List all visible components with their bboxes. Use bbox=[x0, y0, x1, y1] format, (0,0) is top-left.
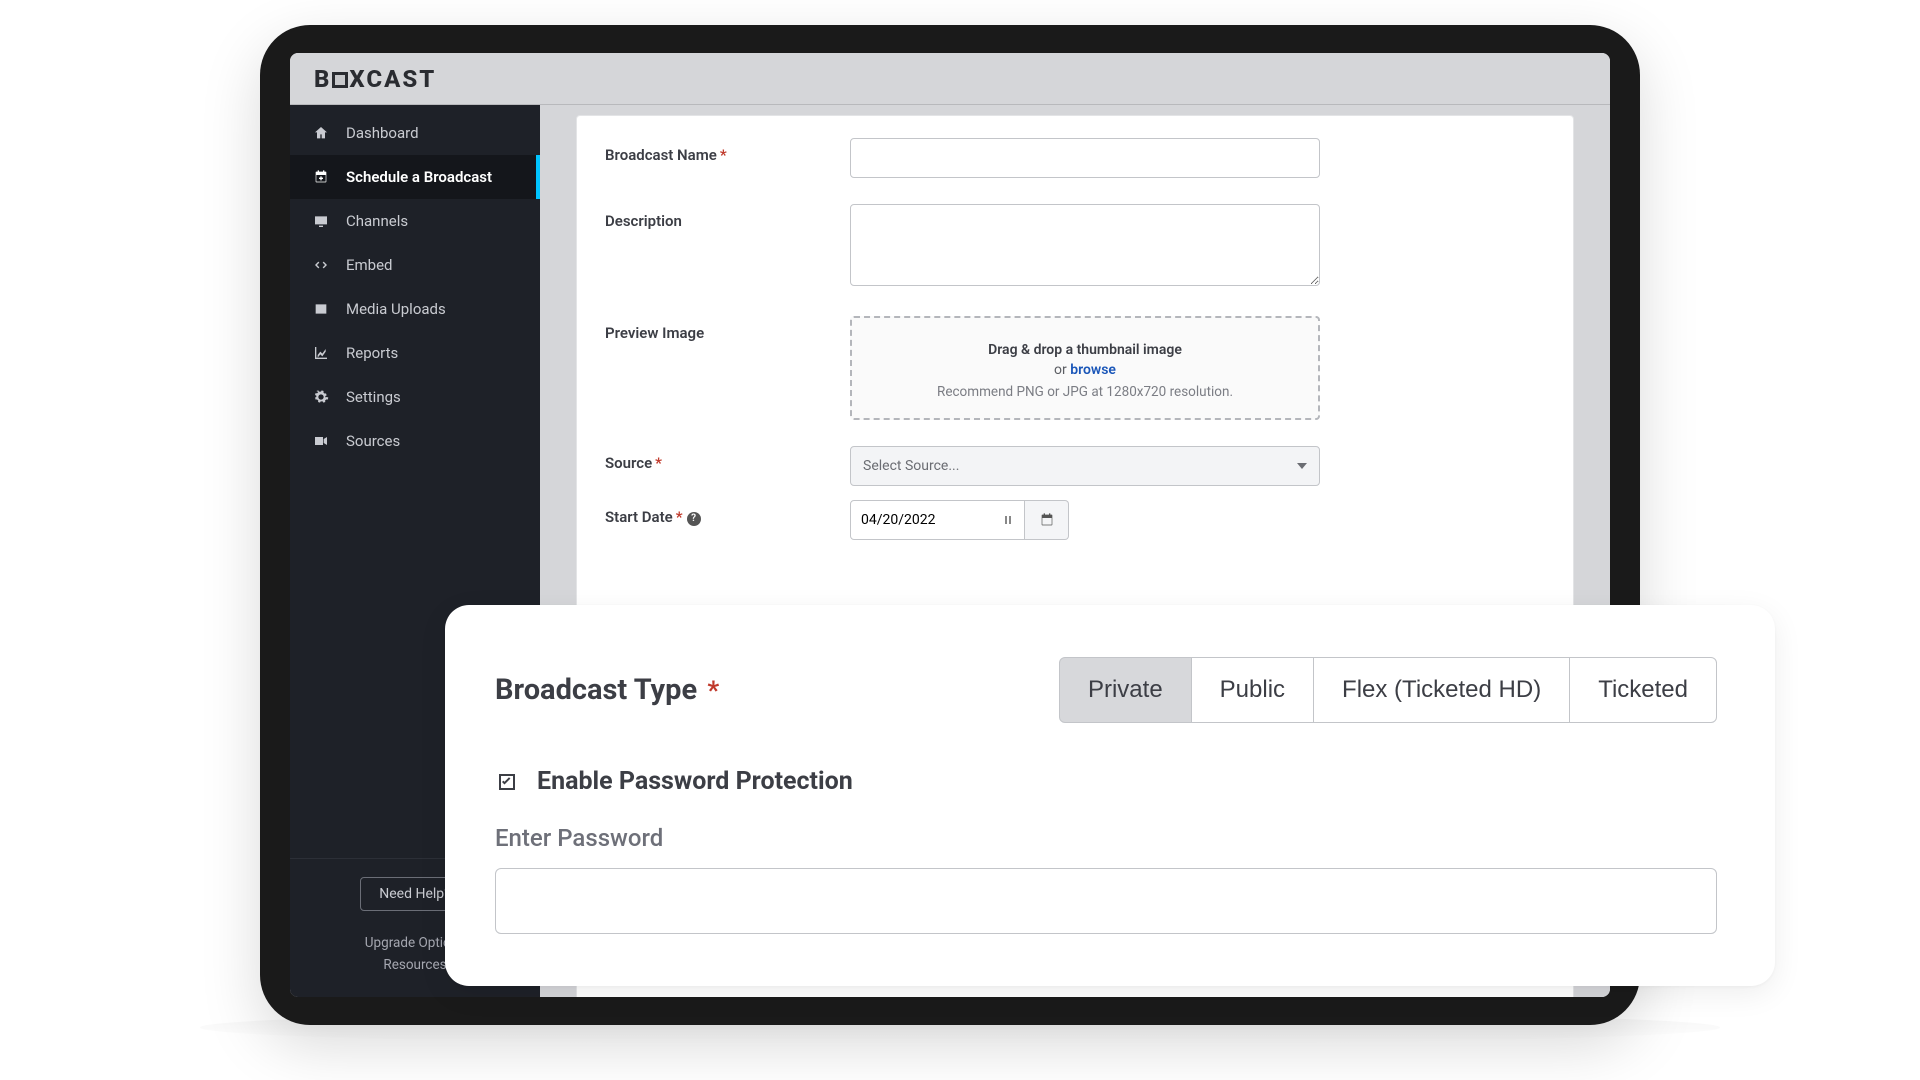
thumbnail-dropzone[interactable]: Drag & drop a thumbnail image or browse … bbox=[850, 316, 1320, 420]
sidebar-item-label: Reports bbox=[346, 344, 398, 362]
form-row-preview-image: Preview Image Drag & drop a thumbnail im… bbox=[605, 316, 1545, 420]
source-select[interactable]: Select Source... bbox=[850, 446, 1320, 486]
enable-password-label: Enable Password Protection bbox=[537, 767, 853, 796]
sidebar-item-media-uploads[interactable]: Media Uploads bbox=[290, 287, 540, 331]
sidebar-item-label: Sources bbox=[346, 432, 400, 450]
boxcast-logo: B XCAST bbox=[314, 65, 436, 93]
form-row-broadcast-name: Broadcast Name* bbox=[605, 138, 1545, 178]
sidebar-item-schedule[interactable]: Schedule a Broadcast bbox=[290, 155, 540, 199]
monitor-icon bbox=[312, 212, 330, 230]
broadcast-type-ticketed-button[interactable]: Ticketed bbox=[1569, 657, 1717, 723]
broadcast-type-public-button[interactable]: Public bbox=[1191, 657, 1314, 723]
form-row-start-date: Start Date*? 04/20/2022 bbox=[605, 500, 1545, 540]
chevron-down-icon bbox=[1297, 463, 1307, 469]
source-placeholder: Select Source... bbox=[863, 458, 959, 474]
sidebar-item-label: Embed bbox=[346, 256, 393, 274]
code-icon bbox=[312, 256, 330, 274]
dropzone-or-text: or bbox=[1054, 362, 1070, 378]
checkbox-checked-icon[interactable] bbox=[495, 770, 519, 794]
calendar-icon bbox=[1039, 512, 1055, 528]
calendar-plus-icon bbox=[312, 168, 330, 186]
home-icon bbox=[312, 124, 330, 142]
start-date-input[interactable]: 04/20/2022 bbox=[850, 500, 1025, 540]
label-text: Source bbox=[605, 454, 652, 472]
enter-password-label: Enter Password bbox=[495, 824, 1717, 852]
app-header: B XCAST bbox=[290, 53, 1610, 105]
broadcast-type-overlay-card: Broadcast Type * Private Public Flex (Ti… bbox=[445, 605, 1775, 986]
sidebar-item-settings[interactable]: Settings bbox=[290, 375, 540, 419]
gear-icon bbox=[312, 388, 330, 406]
label-text: Broadcast Name bbox=[605, 146, 717, 164]
description-input[interactable] bbox=[850, 204, 1320, 286]
broadcast-type-private-button[interactable]: Private bbox=[1059, 657, 1192, 723]
label-text: Broadcast Type bbox=[495, 673, 697, 707]
required-asterisk-icon: * bbox=[676, 508, 683, 526]
sidebar-item-label: Dashboard bbox=[346, 124, 419, 142]
preview-image-label: Preview Image bbox=[605, 316, 850, 342]
sidebar-item-label: Media Uploads bbox=[346, 300, 446, 318]
logo-text-pre: B bbox=[314, 65, 331, 93]
broadcast-name-label: Broadcast Name* bbox=[605, 138, 850, 164]
start-date-label: Start Date*? bbox=[605, 500, 850, 526]
broadcast-type-flex-button[interactable]: Flex (Ticketed HD) bbox=[1313, 657, 1570, 723]
video-camera-icon bbox=[312, 432, 330, 450]
calendar-button[interactable] bbox=[1025, 500, 1069, 540]
dropzone-browse-link[interactable]: browse bbox=[1070, 362, 1116, 378]
dropzone-or-line: or browse bbox=[864, 362, 1306, 378]
sidebar-item-embed[interactable]: Embed bbox=[290, 243, 540, 287]
required-asterisk-icon: * bbox=[720, 146, 727, 164]
enable-password-row[interactable]: Enable Password Protection bbox=[495, 767, 1717, 796]
required-asterisk-icon: * bbox=[655, 454, 662, 472]
sidebar-item-reports[interactable]: Reports bbox=[290, 331, 540, 375]
date-field-icon bbox=[1002, 514, 1014, 526]
dropzone-recommend-text: Recommend PNG or JPG at 1280x720 resolut… bbox=[864, 384, 1306, 400]
broadcast-type-label: Broadcast Type * bbox=[495, 673, 719, 707]
sidebar-item-dashboard[interactable]: Dashboard bbox=[290, 111, 540, 155]
sidebar-item-label: Channels bbox=[346, 212, 408, 230]
logo-text-post: XCAST bbox=[349, 65, 436, 93]
help-icon[interactable]: ? bbox=[687, 512, 701, 526]
label-text: Start Date bbox=[605, 508, 673, 526]
sidebar-item-label: Settings bbox=[346, 388, 401, 406]
description-label: Description bbox=[605, 204, 850, 230]
overlay-row-type: Broadcast Type * Private Public Flex (Ti… bbox=[495, 657, 1717, 723]
broadcast-name-input[interactable] bbox=[850, 138, 1320, 178]
sidebar-item-sources[interactable]: Sources bbox=[290, 419, 540, 463]
source-label: Source* bbox=[605, 446, 850, 472]
broadcast-type-button-group: Private Public Flex (Ticketed HD) Ticket… bbox=[1060, 657, 1717, 723]
start-date-value: 04/20/2022 bbox=[861, 512, 936, 528]
form-row-description: Description bbox=[605, 204, 1545, 290]
dropzone-main-text: Drag & drop a thumbnail image bbox=[864, 342, 1306, 358]
required-asterisk-icon: * bbox=[707, 676, 719, 706]
password-input[interactable] bbox=[495, 868, 1717, 934]
sidebar-item-label: Schedule a Broadcast bbox=[346, 168, 492, 186]
image-icon bbox=[312, 300, 330, 318]
logo-square-icon bbox=[332, 72, 348, 88]
chart-line-icon bbox=[312, 344, 330, 362]
sidebar-item-channels[interactable]: Channels bbox=[290, 199, 540, 243]
form-row-source: Source* Select Source... bbox=[605, 446, 1545, 486]
